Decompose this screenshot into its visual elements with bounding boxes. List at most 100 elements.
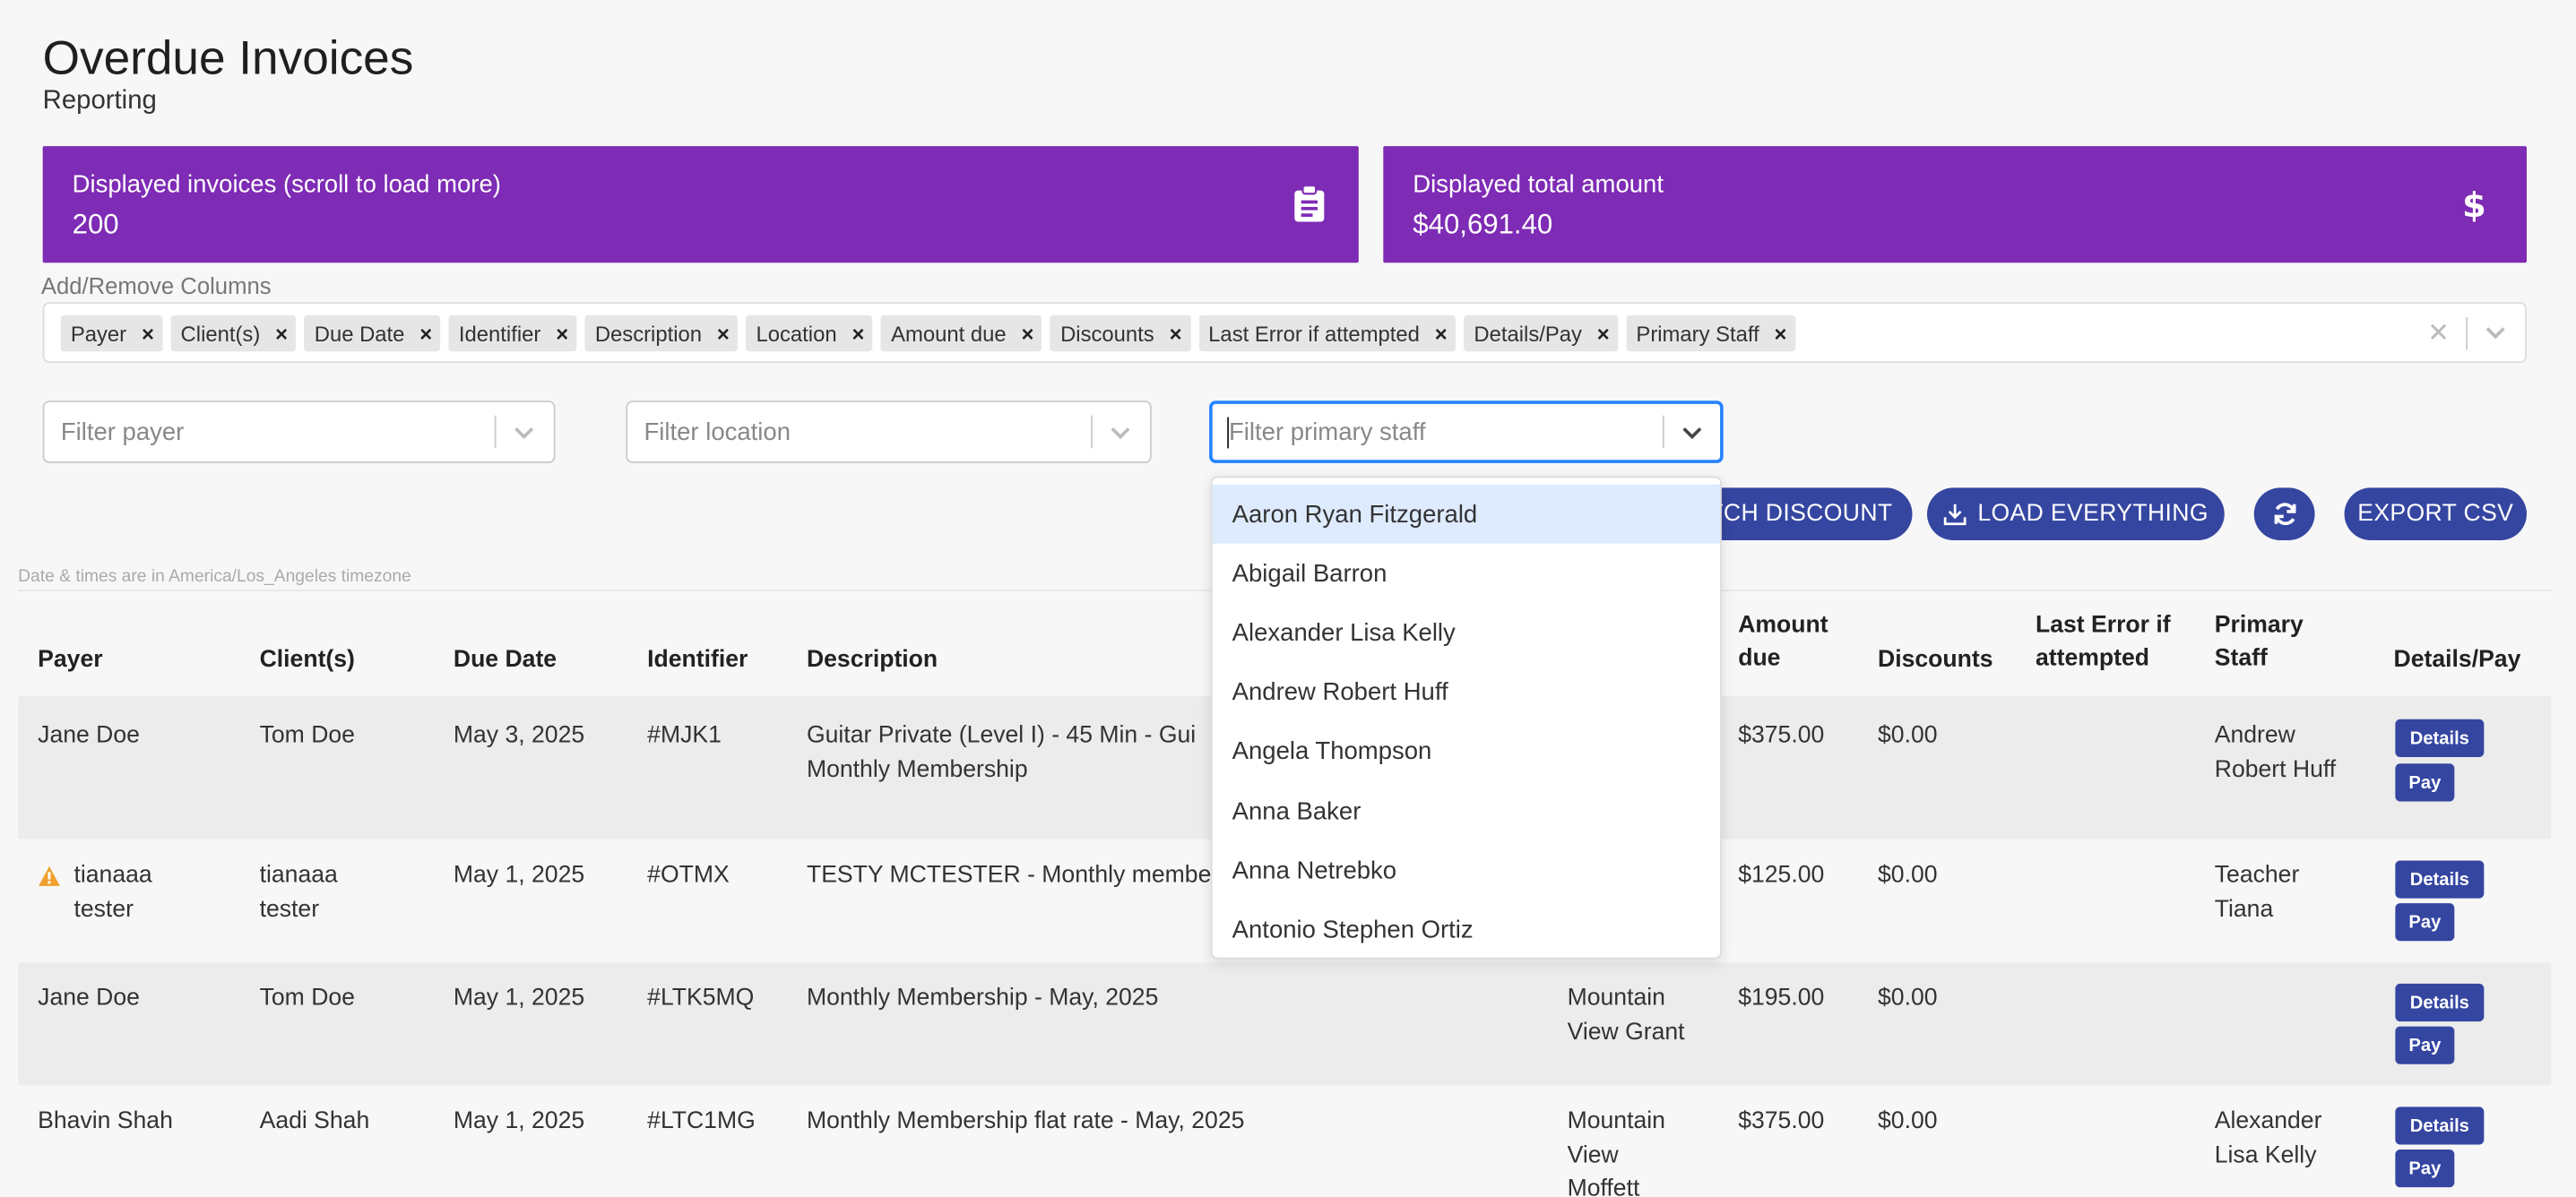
column-chip[interactable]: Primary Staff ×: [1626, 314, 1796, 352]
header-line: Staff: [2214, 645, 2268, 672]
chevron-down-icon[interactable]: [1107, 418, 1133, 444]
remove-chip-icon[interactable]: ×: [1766, 315, 1795, 351]
export-csv-button[interactable]: EXPORT CSV: [2344, 487, 2528, 541]
remove-chip-icon[interactable]: ×: [843, 315, 873, 351]
chevron-down-icon[interactable]: [1679, 418, 1705, 444]
remove-chip-icon[interactable]: ×: [1161, 315, 1190, 351]
column-header-identifier[interactable]: Identifier: [647, 643, 748, 676]
cell-clients: tianaaa tester: [260, 859, 338, 926]
pay-button[interactable]: Pay: [2395, 1150, 2455, 1188]
column-chip-label: Primary Staff: [1636, 321, 1759, 346]
staff-dropdown-menu[interactable]: Aaron Ryan Fitzgerald Abigail Barron Ale…: [1210, 476, 1722, 960]
cell-discounts: $0.00: [1878, 862, 1938, 889]
chevron-down-icon[interactable]: [511, 418, 537, 444]
column-header-amount-due[interactable]: Amount due: [1738, 609, 1828, 675]
cell-identifier: #LTC1MG: [647, 1108, 756, 1135]
staff-option[interactable]: Aaron Ryan Fitzgerald: [1212, 484, 1721, 544]
cell-location: Mountain View Moffett: [1568, 1106, 1665, 1197]
staff-option[interactable]: Anna Netrebko: [1213, 840, 1720, 900]
column-header-discounts[interactable]: Discounts: [1878, 643, 1993, 676]
column-chip[interactable]: Details/Pay ×: [1464, 314, 1619, 352]
batch-discount-label: TCH DISCOUNT: [1708, 501, 1893, 528]
description-line: Monthly Membership: [806, 756, 1028, 783]
cell-due-date: May 1, 2025: [453, 1108, 585, 1135]
remove-chip-icon[interactable]: ×: [1426, 315, 1456, 351]
location-line: View: [1567, 1141, 1619, 1169]
clear-icon[interactable]: ✕: [2427, 317, 2450, 350]
column-chip[interactable]: Discounts ×: [1050, 314, 1191, 352]
remove-chip-icon[interactable]: ×: [1588, 315, 1618, 351]
pay-button[interactable]: Pay: [2395, 1026, 2455, 1064]
column-chip[interactable]: Amount due ×: [881, 314, 1042, 352]
details-button[interactable]: Details: [2395, 719, 2485, 757]
cell-primary-staff: Teacher Tiana: [2215, 859, 2300, 926]
cell-identifier: #OTMX: [647, 862, 730, 889]
column-chip-label: Last Error if attempted: [1208, 321, 1420, 346]
chevron-down-icon[interactable]: [2483, 317, 2509, 347]
column-chip[interactable]: Client(s) ×: [170, 314, 297, 352]
table-row[interactable]: Bhavin Shah Aadi Shah May 1, 2025 #LTC1M…: [18, 1085, 2552, 1197]
column-chip[interactable]: Payer ×: [60, 314, 163, 352]
staff-option[interactable]: Abigail Barron: [1213, 544, 1720, 603]
details-button[interactable]: Details: [2395, 983, 2485, 1022]
columns-picker-label: Add/Remove Columns: [40, 272, 272, 299]
columns-multiselect[interactable]: Payer × Client(s) × Due Date × Identifier × Desc…: [42, 302, 2528, 364]
pay-button[interactable]: Pay: [2395, 903, 2455, 942]
staff-option[interactable]: Alexander Lisa Kelly: [1213, 603, 1720, 662]
column-chip[interactable]: Description ×: [584, 314, 739, 352]
cell-payer[interactable]: Jane Doe: [38, 719, 140, 754]
column-header-clients[interactable]: Client(s): [260, 643, 355, 676]
table-row[interactable]: Jane Doe Tom Doe May 1, 2025 #LTK5MQ Mon…: [18, 962, 2552, 1086]
pay-button[interactable]: Pay: [2395, 763, 2455, 802]
stat-value: 200: [72, 208, 119, 240]
staff-option[interactable]: Angela Thompson: [1213, 721, 1720, 780]
cell-due-date: May 1, 2025: [453, 985, 585, 1012]
remove-chip-icon[interactable]: ×: [411, 315, 441, 351]
cell-discounts: $0.00: [1878, 722, 1938, 749]
staff-option[interactable]: Anna Baker: [1213, 781, 1720, 840]
details-button[interactable]: Details: [2395, 860, 2485, 899]
header-line: Primary: [2214, 612, 2304, 639]
column-chip[interactable]: Last Error if attempted ×: [1198, 314, 1457, 352]
filter-staff-select[interactable]: Filter primary staff: [1209, 400, 1724, 463]
column-header-description[interactable]: Description: [807, 643, 938, 676]
cell-discounts: $0.00: [1878, 985, 1938, 1012]
location-line: Moffett: [1567, 1175, 1640, 1197]
load-everything-button[interactable]: LOAD EVERYTHING: [1926, 487, 2225, 541]
column-chip[interactable]: Location ×: [746, 314, 873, 352]
remove-chip-icon[interactable]: ×: [267, 315, 297, 351]
filter-staff-placeholder: Filter primary staff: [1229, 418, 1426, 447]
column-header-primary-staff[interactable]: Primary Staff: [2215, 609, 2304, 675]
column-chip-label: Amount due: [891, 321, 1007, 346]
staff-option[interactable]: Andrew Robert Huff: [1213, 662, 1720, 721]
remove-chip-icon[interactable]: ×: [548, 315, 577, 351]
refresh-button[interactable]: [2253, 487, 2315, 541]
clipboard-icon: [1294, 185, 1325, 222]
location-line: Mountain: [1567, 985, 1665, 1012]
filter-location-placeholder: Filter location: [644, 418, 791, 447]
cell-payer[interactable]: Jane Doe: [38, 982, 140, 1016]
location-line: View Grant: [1567, 1019, 1685, 1046]
stat-card-invoices: Displayed invoices (scroll to load more)…: [42, 146, 1359, 263]
stat-label: Displayed invoices (scroll to load more): [72, 170, 501, 199]
column-header-last-error[interactable]: Last Error if attempted: [2036, 609, 2171, 675]
column-chip[interactable]: Identifier ×: [448, 314, 577, 352]
remove-chip-icon[interactable]: ×: [133, 315, 162, 351]
column-header-due-date[interactable]: Due Date: [454, 643, 557, 676]
column-header-details-pay[interactable]: Details/Pay: [2394, 643, 2521, 676]
remove-chip-icon[interactable]: ×: [1013, 315, 1042, 351]
staff-line: Andrew: [2214, 722, 2295, 749]
column-chip[interactable]: Due Date ×: [304, 314, 441, 352]
staff-line: Lisa Kelly: [2214, 1141, 2317, 1169]
cell-description: Guitar Private (Level I) - 45 Min - Gui …: [807, 719, 1196, 787]
staff-option[interactable]: Antonio Stephen Ortiz: [1213, 900, 1720, 957]
remove-chip-icon[interactable]: ×: [708, 315, 738, 351]
details-button[interactable]: Details: [2395, 1107, 2485, 1145]
cell-payer[interactable]: tianaaa tester: [73, 859, 151, 926]
filter-payer-select[interactable]: Filter payer: [42, 400, 556, 463]
page-title: Overdue Invoices: [42, 32, 414, 86]
page-subtitle: Reporting: [42, 87, 157, 116]
cell-payer[interactable]: Bhavin Shah: [38, 1106, 173, 1140]
filter-location-select[interactable]: Filter location: [626, 400, 1152, 463]
column-header-payer[interactable]: Payer: [38, 643, 102, 676]
